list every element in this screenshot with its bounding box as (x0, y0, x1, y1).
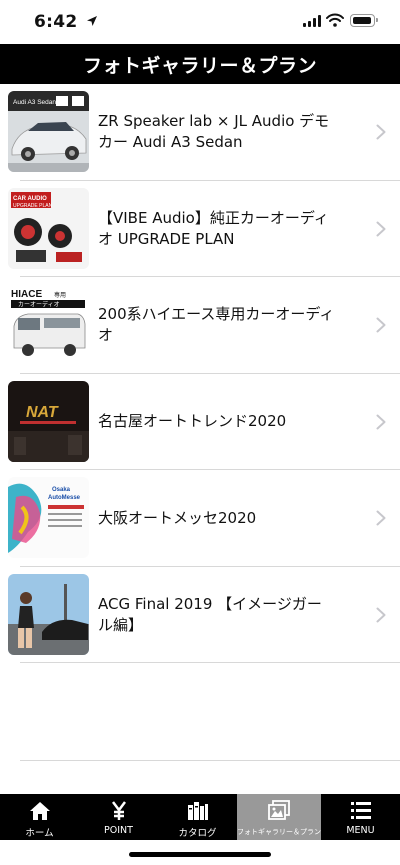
svg-text:NAT: NAT (26, 404, 59, 421)
cellular-signal-icon (303, 15, 321, 27)
status-bar: 6:42 (0, 0, 400, 44)
gallery-thumbnail (8, 573, 89, 655)
svg-text:Osaka: Osaka (52, 487, 71, 493)
svg-text:HIACE: HIACE (11, 289, 42, 300)
tab-point[interactable]: POINT (79, 794, 158, 840)
home-icon (29, 802, 50, 820)
empty-list-row (20, 663, 400, 761)
gallery-item[interactable]: Audi A3 Sedan ZR Speaker lab × JL Audio … (8, 84, 400, 181)
status-time: 6:42 (34, 12, 78, 32)
gallery-thumbnail: CAR AUDIO UPGRADE PLAN (8, 187, 89, 269)
gallery-item-title: 大阪オートメッセ2020 (98, 508, 257, 527)
gallery-thumbnail: NAT (8, 380, 89, 462)
battery-icon (350, 14, 378, 27)
page-header: フォトギャラリー＆プラン (0, 44, 400, 84)
gallery-list: Audi A3 Sedan ZR Speaker lab × JL Audio … (0, 84, 400, 663)
home-indicator[interactable] (129, 852, 271, 857)
tab-photo-gallery[interactable]: フォトギャラリー＆プラン (237, 794, 321, 840)
gallery-item[interactable]: HIACE 専用 カーオーディオ 200系ハイエース専用カーオーディオ (8, 277, 400, 374)
books-icon (187, 802, 208, 820)
thumb-label: Audi A3 Sedan (13, 99, 56, 106)
yen-icon (111, 801, 126, 820)
gallery-item[interactable]: CAR AUDIO UPGRADE PLAN 【VIBE Audio】純正カーオ… (8, 181, 400, 277)
location-arrow-icon (87, 16, 97, 26)
tab-label: POINT (104, 825, 133, 836)
tab-home[interactable]: ホーム (0, 794, 79, 840)
tab-label: ホーム (25, 828, 54, 839)
photo-icon (268, 800, 290, 820)
svg-text:カーオーディオ: カーオーディオ (18, 301, 60, 309)
chevron-right-icon (376, 607, 386, 622)
gallery-item-title: ACG Final 2019 【イメージガール編】 (98, 594, 322, 634)
gallery-thumbnail: Osaka AutoMesse (8, 477, 89, 558)
chevron-right-icon (376, 510, 386, 526)
tab-bar: ホーム POINT カタログ フォトギャラリー＆プラン MENU (0, 794, 400, 840)
chevron-right-icon (376, 221, 386, 236)
menu-icon (350, 802, 371, 819)
chevron-right-icon (376, 414, 386, 429)
tab-label: フォトギャラリー＆プラン (237, 828, 321, 836)
svg-text:UPGRADE PLAN: UPGRADE PLAN (13, 203, 53, 209)
svg-text:AutoMesse: AutoMesse (48, 495, 81, 501)
gallery-item[interactable]: ACG Final 2019 【イメージガール編】 (8, 567, 400, 663)
tab-menu[interactable]: MENU (321, 794, 400, 840)
gallery-thumbnail: HIACE 専用 カーオーディオ (8, 284, 89, 365)
gallery-item[interactable]: Osaka AutoMesse 大阪オートメッセ2020 (8, 470, 400, 567)
tab-label: MENU (346, 825, 375, 836)
wifi-icon (326, 13, 344, 27)
tab-catalog[interactable]: カタログ (158, 794, 237, 840)
page-title: フォトギャラリー＆プラン (82, 54, 317, 77)
chevron-right-icon (376, 317, 386, 333)
gallery-item[interactable]: NAT 名古屋オートトレンド2020 (8, 374, 400, 470)
gallery-item-title: 【VIBE Audio】純正カーオーディオ UPGRADE PLAN (98, 208, 329, 248)
svg-text:専用: 専用 (54, 291, 66, 299)
gallery-item-title: 名古屋オートトレンド2020 (98, 412, 287, 430)
gallery-item-title: 200系ハイエース専用カーオーディオ (98, 305, 335, 344)
svg-text:CAR AUDIO: CAR AUDIO (13, 196, 47, 202)
gallery-item-title: ZR Speaker lab × JL Audio デモカー Audi A3 S… (98, 112, 330, 151)
gallery-thumbnail: Audi A3 Sedan (8, 91, 89, 172)
chevron-right-icon (376, 124, 386, 140)
tab-label: カタログ (178, 828, 217, 839)
